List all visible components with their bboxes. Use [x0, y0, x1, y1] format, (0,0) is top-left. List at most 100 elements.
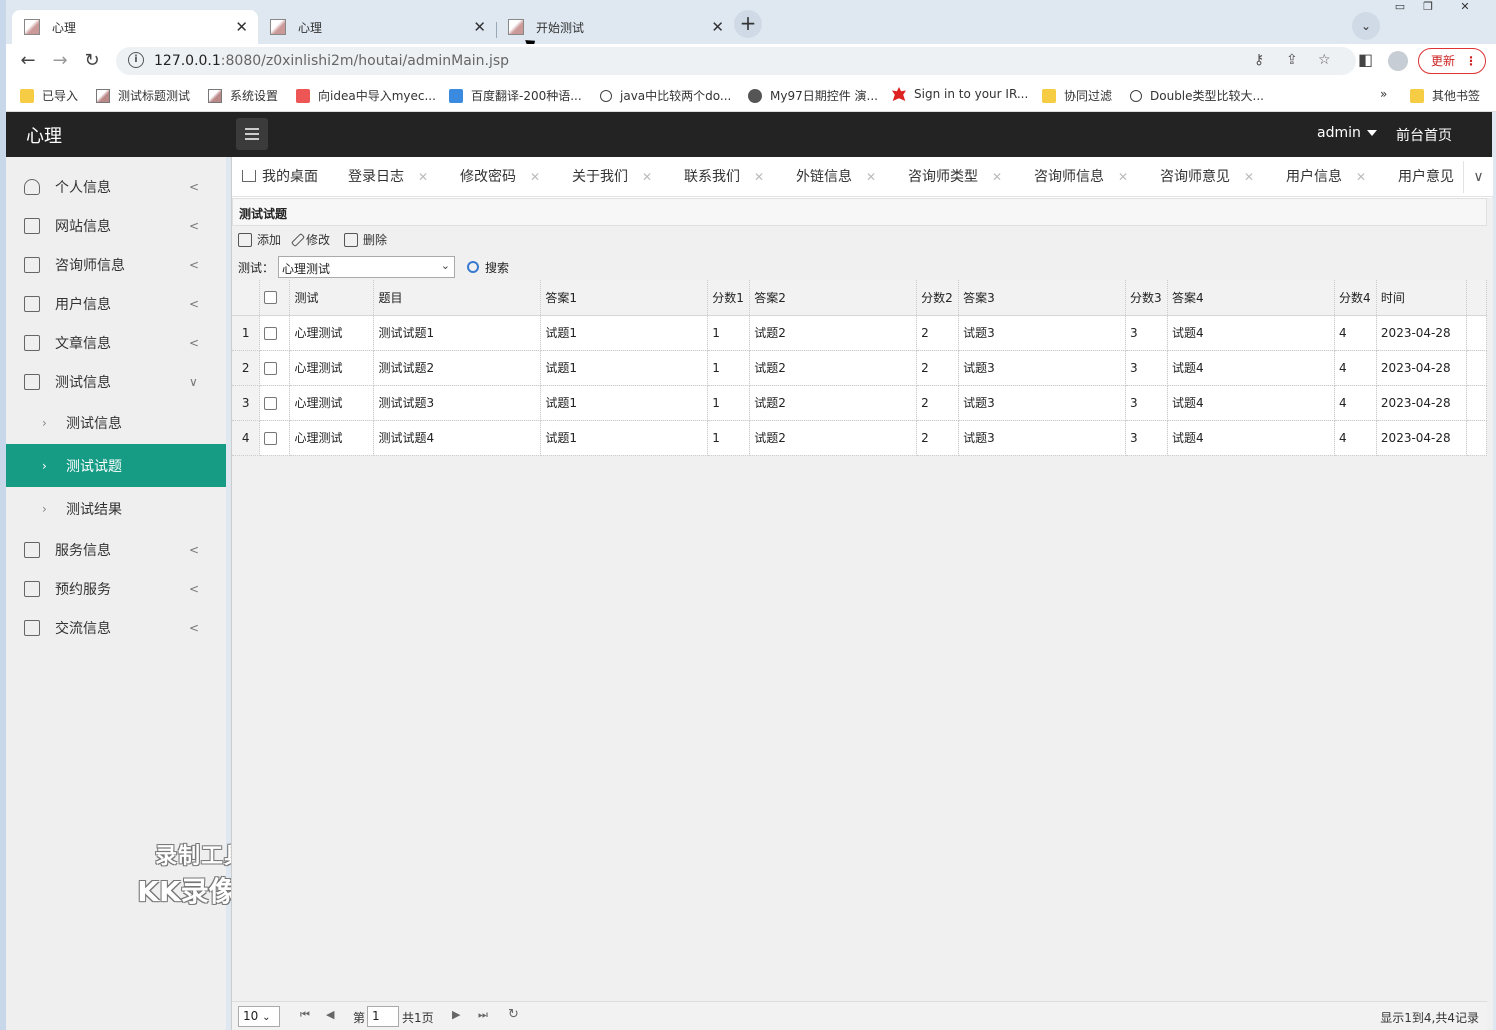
edit-button[interactable]: 修改 — [290, 231, 330, 248]
close-tab-icon[interactable]: ✕ — [711, 18, 724, 36]
share-icon[interactable]: ⇪ — [1286, 52, 1298, 68]
bookmark-item[interactable]: 百度翻译-200种语... — [449, 87, 582, 104]
close-icon[interactable]: ✕ — [1118, 170, 1128, 184]
sidebar-item-articles[interactable]: 文章信息 < — [6, 323, 226, 362]
bookmark-item[interactable]: 向idea中导入myec... — [296, 87, 436, 104]
test-select[interactable]: 心理测试 ⌄ — [278, 256, 456, 278]
row-checkbox[interactable] — [264, 361, 278, 375]
browser-tab-1[interactable]: 心理 ✕ — [12, 10, 258, 44]
column-header[interactable]: 分数3 — [1125, 280, 1169, 316]
front-home-link[interactable]: 前台首页 — [1396, 125, 1452, 145]
bookmark-star-icon[interactable]: ☆ — [1318, 52, 1331, 68]
profile-avatar-icon[interactable] — [1388, 51, 1408, 71]
sidebar-item-personal[interactable]: 个人信息 < — [6, 167, 226, 206]
bookmark-item[interactable]: Sign in to your IR... — [892, 87, 1028, 101]
url-text[interactable]: 127.0.0.1:8080/z0xinlishi2m/houtai/admin… — [154, 53, 509, 69]
row-checkbox[interactable] — [264, 326, 278, 340]
close-icon[interactable]: ✕ — [642, 170, 652, 184]
more-menu-icon[interactable]: ⋮ — [1465, 49, 1477, 73]
new-tab-button[interactable]: + — [734, 10, 762, 38]
app-logo[interactable]: 心理 — [26, 122, 62, 148]
close-icon[interactable]: ✕ — [1356, 170, 1366, 184]
browser-tab-2[interactable]: 心理 ✕ — [258, 10, 496, 44]
column-header[interactable]: 答案3 — [958, 280, 1127, 316]
back-icon[interactable]: ← — [16, 50, 40, 71]
tab-about[interactable]: 关于我们 ✕ — [572, 166, 652, 186]
site-info-icon[interactable]: i — [128, 52, 144, 68]
sidebar-item-services[interactable]: 服务信息 < — [6, 530, 226, 569]
column-header[interactable]: 答案1 — [540, 280, 709, 316]
first-page-icon[interactable]: ⏮ — [300, 1008, 310, 1022]
bookmark-item[interactable]: 系统设置 — [208, 87, 278, 104]
refresh-icon[interactable]: ↻ — [508, 1007, 519, 1022]
table-row[interactable]: 3 心理测试 测试试题3 试题1 1 试题2 2 试题3 3 试题4 4 2023-04-28 — [232, 385, 1488, 421]
address-bar[interactable]: i 127.0.0.1:8080/z0xinlishi2m/houtai/adm… — [116, 47, 1356, 75]
reload-icon[interactable]: ↻ — [80, 50, 104, 71]
close-icon[interactable]: ✕ — [530, 170, 540, 184]
prev-page-icon[interactable]: ◀ — [326, 1008, 334, 1021]
tab-counselor-feedback[interactable]: 咨询师意见 ✕ — [1160, 166, 1254, 186]
row-checkbox[interactable] — [264, 431, 278, 445]
forward-icon[interactable]: → — [48, 50, 72, 71]
bookmark-item[interactable]: java中比较两个do... — [600, 87, 731, 104]
column-header[interactable]: 题目 — [373, 280, 542, 316]
close-icon[interactable]: ✕ — [418, 170, 428, 184]
last-page-icon[interactable]: ⏭ — [478, 1008, 488, 1022]
minimize-icon[interactable]: ▭ — [1386, 0, 1414, 16]
tab-desktop[interactable]: 我的桌面 — [242, 166, 318, 186]
bookmark-item[interactable]: 测试标题测试 — [96, 87, 190, 104]
tab-counselor-types[interactable]: 咨询师类型 ✕ — [908, 166, 1002, 186]
tab-user-feedback[interactable]: 用户意见 — [1398, 166, 1454, 186]
sidebar-subitem-test-questions[interactable]: › 测试试题 — [6, 444, 226, 487]
delete-button[interactable]: 删除 — [344, 231, 387, 248]
column-header[interactable]: 分数2 — [916, 280, 960, 316]
table-row[interactable]: 2 心理测试 测试试题2 试题1 1 试题2 2 试题3 3 试题4 4 2023-04-28 — [232, 350, 1488, 386]
tab-contact[interactable]: 联系我们 ✕ — [684, 166, 764, 186]
table-row[interactable]: 1 心理测试 测试试题1 试题1 1 试题2 2 试题3 3 试题4 4 2023-04-28 — [232, 315, 1488, 351]
close-window-icon[interactable]: ✕ — [1442, 0, 1488, 16]
tab-user-info[interactable]: 用户信息 ✕ — [1286, 166, 1366, 186]
close-tab-icon[interactable]: ✕ — [235, 18, 248, 36]
sidebar-item-tests[interactable]: 测试信息 ∨ — [6, 362, 226, 401]
user-menu[interactable]: admin — [1317, 125, 1377, 141]
close-icon[interactable]: ✕ — [754, 170, 764, 184]
tab-search-icon[interactable]: ⌄ — [1352, 12, 1380, 40]
sidebar-subitem-test-results[interactable]: › 测试结果 — [6, 487, 226, 530]
select-all-checkbox[interactable] — [264, 291, 278, 305]
close-tab-icon[interactable]: ✕ — [473, 18, 486, 36]
next-page-icon[interactable]: ▶ — [452, 1008, 460, 1021]
side-panel-icon[interactable]: ◧ — [1358, 50, 1373, 69]
bookmark-item[interactable]: Double类型比较大... — [1130, 87, 1264, 104]
sidebar-item-users[interactable]: 用户信息 < — [6, 284, 226, 323]
maximize-icon[interactable]: ❐ — [1414, 0, 1442, 16]
sidebar-item-website[interactable]: 网站信息 < — [6, 206, 226, 245]
bookmark-item[interactable]: 已导入 — [20, 87, 78, 104]
sidebar-subitem-test-info[interactable]: › 测试信息 — [6, 401, 226, 444]
sidebar-item-appointments[interactable]: 预约服务 < — [6, 569, 226, 608]
close-icon[interactable]: ✕ — [992, 170, 1002, 184]
more-bookmarks-icon[interactable]: » — [1380, 87, 1387, 101]
update-button[interactable]: 更新 ⋮ — [1418, 48, 1486, 74]
menu-toggle-button[interactable] — [236, 118, 268, 150]
column-header[interactable]: 测试 — [289, 280, 375, 316]
close-icon[interactable]: ✕ — [1244, 170, 1254, 184]
add-button[interactable]: 添加 — [238, 231, 281, 248]
search-button[interactable]: 搜索 — [467, 259, 509, 276]
page-size-select[interactable]: 10 ⌄ — [238, 1006, 280, 1027]
other-bookmarks[interactable]: 其他书签 — [1410, 87, 1480, 104]
row-checkbox[interactable] — [264, 396, 278, 410]
close-icon[interactable]: ✕ — [866, 170, 876, 184]
sidebar-item-counselor[interactable]: 咨询师信息 < — [6, 245, 226, 284]
column-header[interactable]: 答案4 — [1167, 280, 1335, 316]
sidebar-item-communication[interactable]: 交流信息 < — [6, 608, 226, 647]
column-header[interactable]: 分数1 — [707, 280, 751, 316]
tab-counselor-info[interactable]: 咨询师信息 ✕ — [1034, 166, 1128, 186]
bookmark-item[interactable]: 协同过滤 — [1042, 87, 1112, 104]
tab-change-password[interactable]: 修改密码 ✕ — [460, 166, 540, 186]
page-number-input[interactable]: 1 — [367, 1006, 399, 1027]
tab-links[interactable]: 外链信息 ✕ — [796, 166, 876, 186]
chevron-down-icon[interactable]: ∨ — [1463, 161, 1493, 193]
bookmark-item[interactable]: My97日期控件 演... — [748, 87, 878, 104]
column-header[interactable]: 时间 — [1376, 280, 1467, 316]
column-header[interactable]: 答案2 — [749, 280, 918, 316]
